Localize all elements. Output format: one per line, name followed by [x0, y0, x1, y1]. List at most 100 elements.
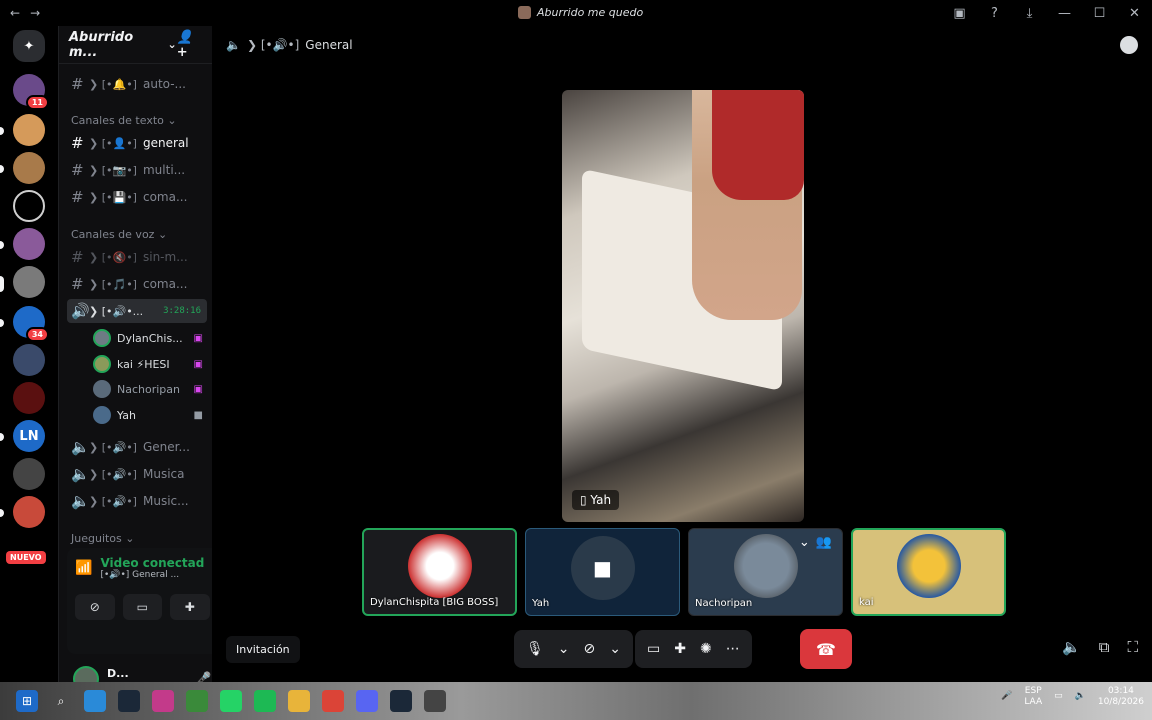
participant-tile[interactable]: kai — [851, 528, 1006, 616]
guild-icon[interactable] — [13, 496, 45, 528]
voice-user[interactable]: kai ⚡HESI ▣ — [93, 353, 203, 375]
guild-icon[interactable] — [13, 382, 45, 414]
fullscreen-icon[interactable]: ⛶ — [1127, 638, 1138, 656]
guild-icon[interactable] — [13, 228, 45, 260]
speaker-icon: 🔈 — [226, 38, 241, 52]
guild-icon[interactable] — [13, 190, 45, 222]
clock[interactable]: 03:14 10/8/2026 — [1098, 686, 1144, 708]
chevron-down-icon[interactable]: ⌄ — [799, 535, 810, 550]
channel-item[interactable]: # ❯ [•💾•] coma... — [67, 185, 207, 209]
nav-buttons: ← → — [0, 6, 40, 20]
hash-icon: # — [71, 188, 84, 206]
channel-item[interactable]: # ❯ [•🔔•] auto-... — [67, 72, 207, 96]
hash-icon: # — [71, 248, 84, 266]
camera-off-icon[interactable]: ⊘ — [584, 641, 596, 657]
volume-icon[interactable]: 🔈 — [1062, 638, 1081, 656]
spotify-icon[interactable] — [254, 690, 276, 712]
network-icon[interactable]: ▭ — [1054, 691, 1063, 702]
channel-item[interactable]: 🔈 ❯ [•🔊•] Gener... — [67, 435, 207, 459]
invite-button[interactable]: Invitación — [226, 636, 300, 663]
camera-off-button[interactable]: ⊘ — [75, 594, 115, 620]
participant-tile[interactable]: DylanChispita [BIG BOSS] — [362, 528, 517, 616]
voice-user[interactable]: Yah ■ — [93, 404, 203, 426]
voice-user[interactable]: Nachoripan ▣ — [93, 378, 203, 400]
channel-item[interactable]: 🔈 ❯ [•🔊•] Musica — [67, 462, 207, 486]
discord-icon[interactable] — [356, 690, 378, 712]
activities-button[interactable]: ✚ — [170, 594, 210, 620]
participant-tile[interactable]: ■ Yah — [525, 528, 680, 616]
help-icon[interactable]: ? — [977, 6, 1012, 21]
volume-icon[interactable]: 🔈 — [1075, 691, 1086, 702]
username[interactable]: D... — [107, 667, 129, 680]
whatsapp-icon[interactable] — [220, 690, 242, 712]
channel-title: General — [305, 38, 353, 52]
channel-item[interactable]: # ❯ [•📷•] multi... — [67, 158, 207, 182]
microphone-icon[interactable]: 🎙 — [526, 641, 544, 657]
category-games[interactable]: Jueguitos ⌄ — [71, 532, 135, 545]
focused-video[interactable]: ▯ Yah — [562, 90, 804, 522]
users-icon[interactable]: 👥 — [816, 535, 832, 550]
activities-icon[interactable]: ✚ — [674, 641, 686, 657]
channel-item[interactable]: # ❯ [•🎵•] coma... — [67, 272, 207, 296]
voice-user[interactable]: DylanChis... ▣ — [93, 327, 203, 349]
channel-header: 🔈 ❯ [•🔊•] General — [212, 26, 1152, 64]
maximize-button[interactable]: ☐ — [1082, 6, 1117, 21]
soundboard-icon[interactable]: ✺ — [700, 641, 712, 657]
discord-home-icon[interactable]: ✦ — [13, 30, 45, 62]
avatar — [896, 534, 961, 598]
folder-icon[interactable] — [288, 690, 310, 712]
share-screen-button[interactable]: ▭ — [122, 594, 162, 620]
app-icon[interactable] — [152, 690, 174, 712]
inbox-icon[interactable]: ▣ — [942, 6, 977, 21]
guild-icon[interactable] — [13, 344, 45, 376]
tile-overlay: ⌄ 👥 — [799, 535, 832, 550]
category-text[interactable]: Canales de texto ⌄ — [71, 114, 177, 127]
guild-icon[interactable] — [13, 266, 45, 298]
guild-icon[interactable]: 34 — [13, 306, 49, 342]
channel-item[interactable]: 🔈 ❯ [•🔊•] Music... — [67, 489, 207, 513]
steam-icon[interactable] — [390, 690, 412, 712]
server-name: Aburrido m... — [69, 29, 134, 60]
connection-status[interactable]: Video conectad — [100, 556, 204, 570]
close-button[interactable]: ✕ — [1117, 6, 1152, 21]
download-icon[interactable]: ⤓ — [1012, 6, 1047, 21]
channel-sidebar: Aburrido m... ⌄ 👤+ # ❯ [•🔔•] auto-... Ca… — [58, 26, 265, 692]
microphone-icon[interactable]: 🎤 — [1001, 691, 1012, 702]
language-indicator[interactable]: ESP LAA — [1024, 686, 1042, 708]
guild-icon[interactable] — [13, 152, 45, 184]
connection-channel[interactable]: [•🔊•] General ... — [100, 570, 204, 580]
share-screen-icon[interactable]: ▭ — [647, 641, 660, 657]
popout-icon[interactable]: ⧉ — [1099, 638, 1110, 656]
obs-icon[interactable] — [424, 690, 446, 712]
speaker-icon: 🔈 — [71, 492, 90, 510]
channel-item[interactable]: # ❯ [•🔇•] sin-m... — [67, 245, 207, 269]
voice-channel-active[interactable]: 🔊 ❯ [•🔊•... 3:28:16 — [67, 299, 207, 323]
participant-tile[interactable]: ⌄ 👥 Nachoripan — [688, 528, 843, 616]
server-header[interactable]: Aburrido m... ⌄ 👤+ — [59, 26, 212, 64]
guild-icon[interactable] — [13, 114, 45, 146]
minecraft-icon[interactable] — [186, 690, 208, 712]
minimize-button[interactable]: — — [1047, 6, 1082, 21]
category-voice[interactable]: Canales de voz ⌄ — [71, 228, 167, 241]
add-member-icon[interactable]: 👤+ — [177, 30, 202, 60]
chrome-icon[interactable] — [322, 690, 344, 712]
chevron-down-icon[interactable]: ⌄ — [609, 641, 621, 657]
channel-item[interactable]: # ❯ [•👤•] general — [67, 131, 207, 155]
steam-icon[interactable] — [118, 690, 140, 712]
windows-start-icon[interactable]: ⊞ — [16, 690, 38, 712]
chat-bubble-icon[interactable] — [1120, 36, 1138, 54]
back-arrow-icon[interactable]: ← — [10, 6, 20, 20]
forward-arrow-icon[interactable]: → — [30, 6, 40, 20]
chevron-down-icon[interactable]: ⌄ — [558, 641, 570, 657]
app-icon[interactable] — [84, 690, 106, 712]
new-badge: NUEVO — [6, 551, 46, 564]
audio-video-group: 🎙 ⌄ ⊘ ⌄ — [514, 630, 633, 668]
search-icon[interactable]: ⌕ — [50, 690, 72, 712]
guild-icon[interactable]: LN — [13, 420, 45, 452]
guild-icon[interactable]: 11 — [13, 74, 49, 110]
hangup-button[interactable]: ☎ — [800, 629, 852, 669]
speaker-icon: 🔈 — [71, 465, 90, 483]
guild-icon[interactable] — [13, 458, 45, 490]
signal-icon[interactable]: 📶 — [75, 560, 92, 576]
more-icon[interactable]: ⋯ — [726, 641, 740, 657]
